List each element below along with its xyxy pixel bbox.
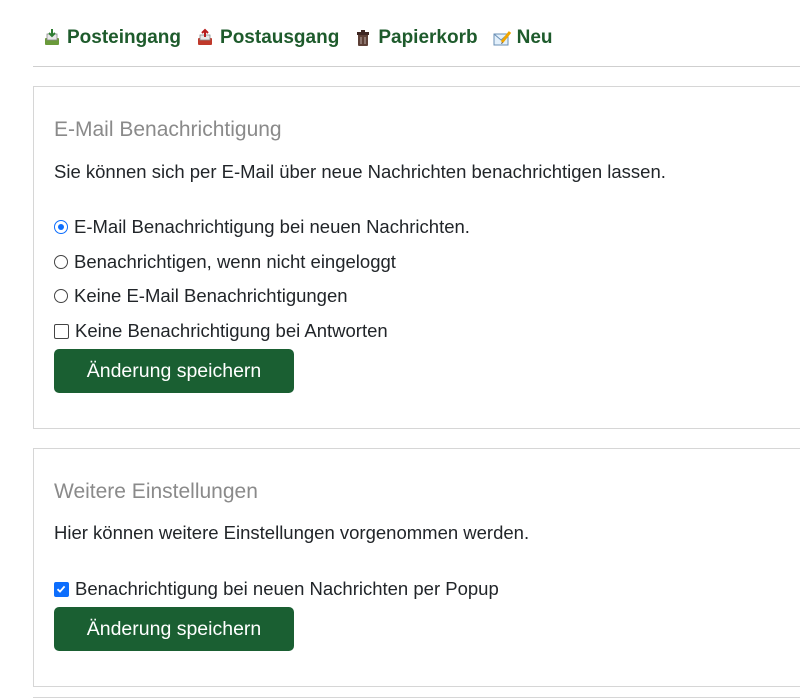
checkbox-no-reply-notifications[interactable] — [54, 323, 69, 339]
option-no-reply-notifications[interactable]: Keine Benachrichtigung bei Antworten — [54, 320, 388, 342]
panel-title: Weitere Einstellungen — [54, 480, 258, 503]
trash-bin-icon — [353, 28, 373, 48]
email-notification-panel: E-Mail Benachrichtigung Sie können sich … — [33, 86, 800, 429]
nav-link-inbox[interactable]: Posteingang — [42, 27, 181, 49]
option-notify-when-logged-out[interactable]: Benachrichtigen, wenn nicht eingeloggt — [54, 251, 396, 273]
panel-description: Hier können weitere Einstellungen vorgen… — [54, 522, 530, 543]
checkbox-popup-notification[interactable] — [54, 581, 69, 597]
option-notify-new-messages[interactable]: E-Mail Benachrichtigung bei neuen Nachri… — [54, 216, 470, 238]
checkmark-icon — [56, 585, 66, 593]
inbox-tray-icon — [42, 28, 62, 48]
top-navigation: Posteingang Postausgang Papierkorb Neu — [33, 0, 800, 67]
panel-description: Sie können sich per E-Mail über neue Nac… — [54, 161, 666, 182]
radio-no-email-notifications[interactable] — [54, 289, 68, 303]
nav-link-new[interactable]: Neu — [492, 27, 553, 49]
radio-notify-new-messages[interactable] — [54, 220, 68, 234]
more-settings-panel: Weitere Einstellungen Hier können weiter… — [33, 448, 800, 687]
nav-label-trash: Papierkorb — [378, 27, 478, 48]
radio-notify-when-logged-out[interactable] — [54, 255, 68, 269]
save-button[interactable]: Änderung speichern — [54, 349, 294, 393]
nav-link-trash[interactable]: Papierkorb — [353, 27, 478, 49]
option-label: Keine E-Mail Benachrichtigungen — [74, 285, 348, 306]
outbox-tray-icon — [195, 28, 215, 48]
nav-link-outbox[interactable]: Postausgang — [195, 27, 339, 49]
mail-nav-links: Posteingang Postausgang Papierkorb Neu — [42, 27, 567, 49]
option-popup-notification[interactable]: Benachrichtigung bei neuen Nachrichten p… — [54, 578, 499, 600]
nav-label-inbox: Posteingang — [67, 27, 182, 48]
nav-label-new: Neu — [516, 27, 553, 48]
option-label: Benachrichtigen, wenn nicht eingeloggt — [74, 251, 396, 272]
option-no-email-notifications[interactable]: Keine E-Mail Benachrichtigungen — [54, 285, 348, 307]
compose-icon — [492, 28, 512, 48]
option-label: Keine Benachrichtigung bei Antworten — [75, 320, 388, 341]
option-label: Benachrichtigung bei neuen Nachrichten p… — [75, 578, 499, 599]
nav-label-outbox: Postausgang — [220, 27, 340, 48]
option-label: E-Mail Benachrichtigung bei neuen Nachri… — [74, 216, 470, 237]
panel-title: E-Mail Benachrichtigung — [54, 118, 282, 141]
save-button[interactable]: Änderung speichern — [54, 607, 294, 651]
